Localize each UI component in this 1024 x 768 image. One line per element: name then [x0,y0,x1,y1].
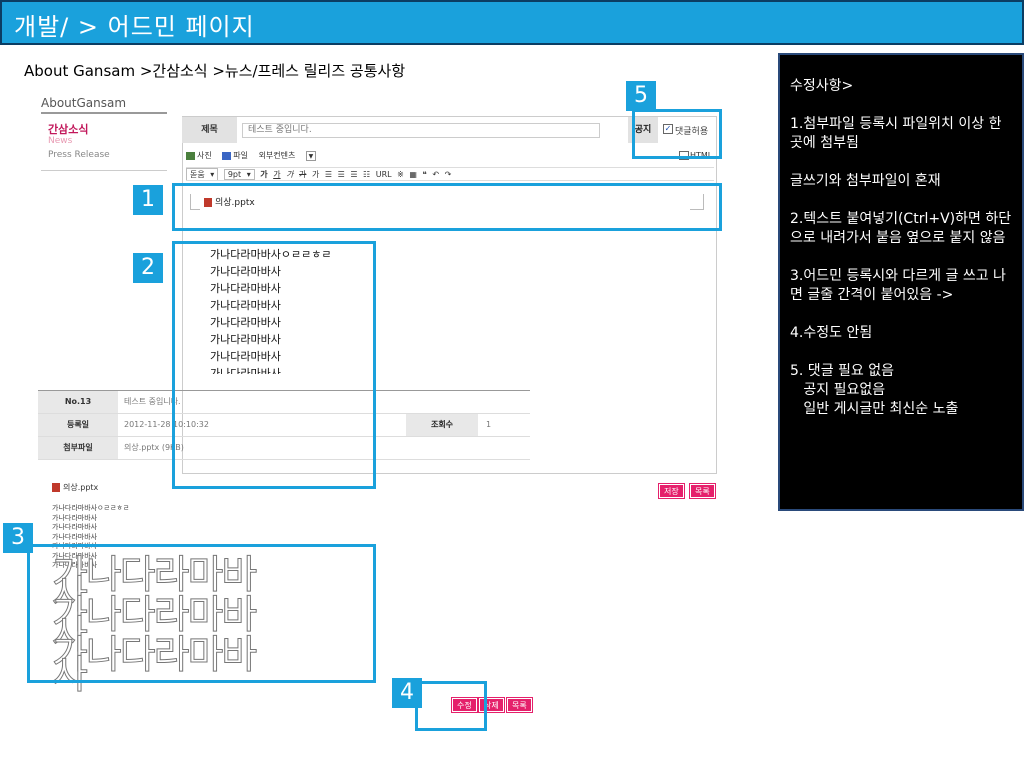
notes-heading: 수정사항> [790,78,854,94]
content-line: 가나다라마바사ㅇㄹㄹㅎㄹ [52,504,130,512]
list-icon[interactable]: ☷ [363,170,370,179]
photo-button[interactable]: 사진 [186,151,212,160]
nav-category[interactable]: 간삼소식 [48,121,88,137]
save-button[interactable]: 저장 [658,483,685,499]
url-button[interactable]: URL [376,170,392,179]
undo-icon[interactable]: ↶ [432,170,439,179]
font-select-value: 돋움 [190,170,205,179]
nav-item-press-release[interactable]: Press Release [48,150,110,160]
external-content-label: 외부컨텐츠 [258,151,296,160]
callout-number-5: 5 [626,81,656,111]
editor-toolbar: 돋움 ▾ 9pt ▾ 가 가 가 가 가 ☰ ☰ ☰ ☷ URL ※ ▦ ❝ ↶… [186,167,714,181]
special-char-button[interactable]: ※ [397,170,404,179]
photo-label: 사진 [197,151,212,160]
view-attached-file[interactable]: 의상.pptx [52,482,98,493]
content-line: 가나다라마바사 [52,513,98,522]
chevron-down-icon[interactable]: ▼ [305,150,316,161]
editor-list-button[interactable]: 목록 [689,483,716,499]
callout-number-4: 4 [392,678,422,708]
align-center-icon[interactable]: ☰ [338,170,345,179]
quote-icon[interactable]: ❝ [423,170,427,179]
callout-number-1: 1 [133,185,163,215]
file-icon [222,151,232,160]
strike-button[interactable]: 가 [299,169,306,180]
view-list-button[interactable]: 목록 [506,697,533,713]
note-item-4: 4.수정도 안됨 [790,325,873,341]
nav-divider-bottom [41,170,167,171]
note-item-3: 3.어드민 등록시와 다르게 글 쓰고 나면 글줄 간격이 붙어있음 -> [790,268,1006,303]
title-input[interactable]: 테스트 중입니다. [242,123,600,138]
callout-box-1 [172,183,722,231]
callout-number-3: 3 [3,523,33,553]
callout-box-5 [632,109,722,159]
nav-item-news[interactable]: News [48,136,72,146]
content-line: 가나다라마바사 [52,532,98,541]
pptx-file-icon [52,483,60,492]
table-icon[interactable]: ▦ [409,170,417,179]
note-item-1: 1.첨부파일 등록시 파일위치 이상 한 곳에 첨부됨 [790,116,1006,151]
callout-box-4 [415,681,487,731]
nav-divider [41,112,167,114]
attachment-label: 첨부파일 [38,437,118,459]
file-button[interactable]: 파일 [222,151,248,160]
number-label: No.13 [38,391,118,413]
underline-button[interactable]: 가 [273,169,280,180]
note-item-1-detail: 글쓰기와 첨부파일이 혼재 [790,173,941,189]
bold-button[interactable]: 가 [260,169,267,180]
align-right-icon[interactable]: ☰ [350,170,357,179]
italic-button[interactable]: 가 [286,169,293,180]
slide-title-bar: 개발/ > 어드민 페이지 [0,0,1024,45]
title-label: 제목 [182,117,237,143]
views-label: 조회수 [406,414,478,436]
view-attached-file-name: 의상.pptx [63,483,99,492]
content-line: 가나다라마바사 [52,523,98,531]
callout-number-2: 2 [133,253,163,283]
revision-notes-panel: 수정사항> 1.첨부파일 등록시 파일위치 이상 한 곳에 첨부됨 글쓰기와 첨… [778,53,1024,511]
nav-heading: AboutGansam [41,96,127,110]
size-select-value: 9pt [227,170,242,179]
callout-box-2 [172,241,376,489]
color-button[interactable]: 가 [312,169,319,180]
note-item-2: 2.텍스트 붙여넣기(Ctrl+V)하면 하단으로 내려가서 붙음 옆으로 붙지… [790,211,1012,246]
photo-icon [186,151,195,160]
redo-icon[interactable]: ↷ [445,170,452,179]
size-select[interactable]: 9pt ▾ [223,169,255,180]
align-left-icon[interactable]: ☰ [325,170,332,179]
callout-box-3 [27,544,376,683]
date-label: 등록일 [38,414,118,436]
attach-bar: 사진 파일 외부컨텐츠 ▼ [186,150,316,161]
external-content-button[interactable]: 외부컨텐츠 [259,151,296,160]
views-value: 1 [486,420,492,429]
slide-title: 개발/ > 어드민 페이지 [14,13,255,41]
file-label: 파일 [233,151,249,160]
font-select[interactable]: 돋움 ▾ [186,168,219,180]
note-item-5: 5. 댓글 필요 없음 공지 필요없음 일반 게시글만 최신순 노출 [790,363,959,417]
breadcrumb: About Gansam >간삼소식 >뉴스/프레스 릴리즈 공통사항 [24,62,406,80]
